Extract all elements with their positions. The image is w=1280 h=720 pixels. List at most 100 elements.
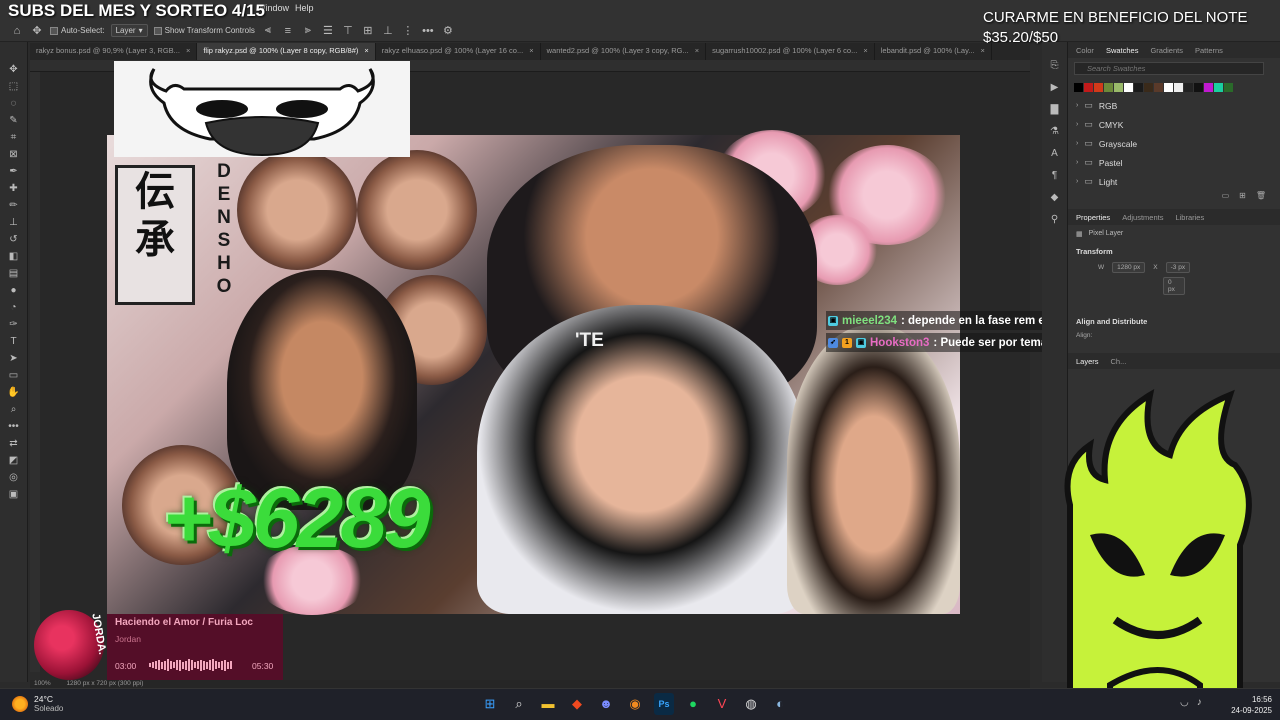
eraser-tool-icon[interactable]: ◧ [4,249,24,264]
color-swatch[interactable] [1154,83,1163,92]
comment-panel-icon[interactable]: ▇ [1045,102,1065,117]
tab-gradients[interactable]: Gradients [1150,46,1183,55]
brave-browser-icon[interactable]: ◆ [567,693,587,715]
menu-help[interactable]: Help [295,3,314,13]
crop-tool-icon[interactable]: ⌗ [4,130,24,145]
rectangle-tool-icon[interactable]: ▭ [4,368,24,383]
quick-select-icon[interactable]: ✎ [4,113,24,128]
spotify-icon[interactable]: ● [683,693,703,715]
auto-select-dropdown[interactable]: Layer ▾ [110,24,148,37]
swatch-search-input[interactable] [1074,62,1264,75]
more-tools-icon[interactable]: ••• [4,419,24,434]
auto-select-checkbox[interactable]: Auto-Select: [50,26,105,35]
color-swatch[interactable] [1214,83,1223,92]
character-panel-icon[interactable]: A [1045,146,1065,161]
marquee-tool-icon[interactable]: ⬚ [4,79,24,94]
play-actions-icon[interactable]: ▶ [1045,80,1065,95]
transform-section-title[interactable]: Transform [1068,243,1280,260]
new-swatch-icon[interactable]: ⊞ [1239,191,1246,201]
file-explorer-icon[interactable]: ▬ [538,693,558,715]
color-swatch[interactable] [1114,83,1123,92]
blender-icon[interactable]: ◉ [625,693,645,715]
network-icon[interactable]: ◡ [1180,697,1189,708]
tab-swatches[interactable]: Swatches [1106,46,1139,55]
zoom-tool-icon[interactable]: ⌕ [4,402,24,417]
swatch-folder[interactable]: › ▭ Light [1068,172,1280,191]
document-tab[interactable]: rakyz bonus.psd @ 90,9% (Layer 3, RGB...… [30,43,198,60]
gradient-tool-icon[interactable]: ▤ [4,266,24,281]
photoshop-icon[interactable]: Ps [654,693,674,715]
tab-libraries[interactable]: Libraries [1175,213,1204,222]
swatch-folder[interactable]: › ▭ CMYK [1068,115,1280,134]
color-swatch[interactable] [1224,83,1233,92]
brush-tool-icon[interactable]: ✏ [4,198,24,213]
swatch-folder[interactable]: › ▭ Pastel [1068,153,1280,172]
close-icon[interactable]: × [981,46,985,57]
tab-color[interactable]: Color [1076,46,1094,55]
move-tool-icon[interactable]: ✥ [30,24,44,37]
color-swatch[interactable] [1174,83,1183,92]
home-icon[interactable]: ⌂ [10,25,24,37]
color-swatch[interactable] [1194,83,1203,92]
paragraph-panel-icon[interactable]: ¶ [1045,168,1065,183]
document-tab[interactable]: lebandit.psd @ 100% (Lay... × [875,43,992,60]
align-top-icon[interactable]: ⊤ [341,24,355,37]
color-swatch[interactable] [1164,83,1173,92]
steam-icon[interactable]: ◐ [770,693,790,715]
weather-widget[interactable]: 24°C Soleado [12,694,63,714]
screen-mode-icon[interactable]: ▣ [4,487,24,502]
trash-icon[interactable]: 🗑 [1256,191,1266,201]
align-right-icon[interactable]: ⫸ [301,24,315,37]
color-swatch-icon[interactable]: ◩ [4,453,24,468]
move-tool-icon[interactable]: ✥ [4,62,24,77]
tab-properties[interactable]: Properties [1076,213,1110,222]
pen-tool-icon[interactable]: ✑ [4,317,24,332]
3d-panel-icon[interactable]: ◆ [1045,190,1065,205]
transform-controls-checkbox[interactable]: Show Transform Controls [153,26,255,35]
zoom-level[interactable]: 100% [34,680,51,687]
align-section-title[interactable]: Align and Distribute [1068,313,1280,330]
app-icon[interactable]: ◍ [741,693,761,715]
color-swatch[interactable] [1094,83,1103,92]
close-icon[interactable]: × [186,46,190,57]
discord-icon[interactable]: ☻ [596,693,616,715]
close-icon[interactable]: × [529,46,533,57]
color-swatch[interactable] [1074,83,1083,92]
type-tool-icon[interactable]: T [4,334,24,349]
align-left-icon[interactable]: ⫷ [261,24,275,37]
search-icon[interactable]: ⌕ [509,693,529,715]
frame-tool-icon[interactable]: ⊠ [4,147,24,162]
valorant-icon[interactable]: V [712,693,732,715]
blur-tool-icon[interactable]: ● [4,283,24,298]
color-swatch[interactable] [1184,83,1193,92]
eyedropper-icon[interactable]: ✒ [4,164,24,179]
align-middle-icon[interactable]: ⊞ [361,24,375,37]
close-icon[interactable]: × [863,46,867,57]
distribute-vertical-icon[interactable]: ⋮ [401,24,415,37]
hand-tool-icon[interactable]: ✋ [4,385,24,400]
distribute-icon[interactable]: ☰ [321,24,335,37]
color-swatch[interactable] [1124,83,1133,92]
path-select-icon[interactable]: ➤ [4,351,24,366]
tab-layers[interactable]: Layers [1076,357,1099,366]
history-panel-icon[interactable]: ⎘ [1045,58,1065,73]
width-field[interactable]: 1280 px [1112,262,1146,273]
color-swatch[interactable] [1204,83,1213,92]
clone-source-icon[interactable]: ⚲ [1045,212,1065,227]
brush-settings-icon[interactable]: ⚗ [1045,124,1065,139]
system-clock[interactable]: 16:56 24-09-2025 [1222,694,1272,716]
stamp-tool-icon[interactable]: ⊥ [4,215,24,230]
y-field[interactable]: 0 px [1163,277,1185,295]
tab-patterns[interactable]: Patterns [1195,46,1223,55]
swatch-folder[interactable]: › ▭ RGB [1068,96,1280,115]
history-brush-icon[interactable]: ↺ [4,232,24,247]
tab-adjustments[interactable]: Adjustments [1122,213,1163,222]
close-icon[interactable]: × [695,46,699,57]
lasso-tool-icon[interactable]: ◌ [4,96,24,111]
color-swatch[interactable] [1144,83,1153,92]
close-icon[interactable]: × [364,46,368,57]
align-center-icon[interactable]: ≡ [281,25,295,37]
swap-colors-icon[interactable]: ⇄ [4,436,24,451]
color-swatch[interactable] [1134,83,1143,92]
document-tab[interactable]: flip rakyz.psd @ 100% (Layer 8 copy, RGB… [197,43,376,60]
